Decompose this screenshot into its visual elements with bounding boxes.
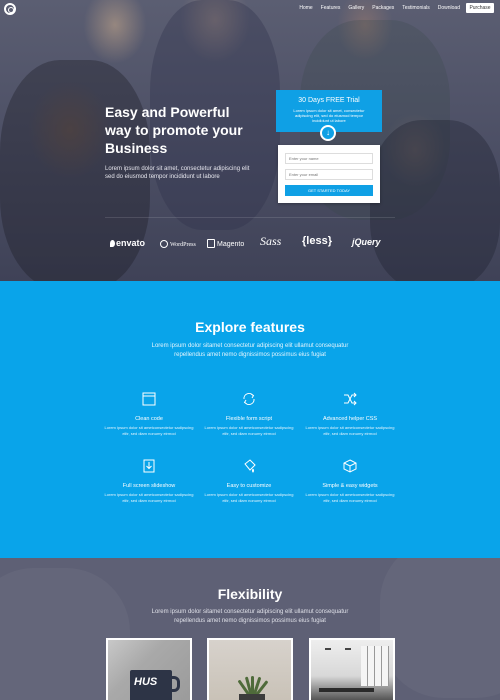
feature-name: Simple & easy widgets	[322, 483, 378, 489]
features-title: Explore features	[195, 319, 305, 335]
nav-link-packages[interactable]: Packages	[372, 5, 394, 11]
feature-name: Flexible form script	[225, 416, 273, 422]
wordpress-logo-text: WordPress	[170, 242, 196, 248]
feature-item: Full screen slideshow Lorem ipsum dolor …	[94, 458, 204, 503]
gallery-image-mug[interactable]: HUS	[106, 638, 192, 700]
flexibility-title: Flexibility	[217, 586, 283, 602]
ceiling-lamp	[345, 648, 351, 650]
email-input[interactable]	[285, 169, 373, 180]
envato-leaf-icon	[110, 240, 115, 247]
name-input[interactable]	[285, 153, 373, 164]
trial-form: GET STARTED TODAY	[278, 145, 380, 203]
office-table	[319, 688, 374, 692]
hero-photo-person-far-right	[370, 120, 500, 281]
nav-link-testimonials[interactable]: Testimonials	[402, 5, 430, 11]
wordpress-icon	[160, 240, 168, 248]
feature-name: Full screen slideshow	[122, 483, 176, 489]
feature-item: Simple & easy widgets Lorem ipsum dolor …	[295, 458, 405, 503]
purchase-button[interactable]: Purchase	[466, 3, 494, 13]
nav-link-download[interactable]: Download	[438, 5, 460, 11]
download-box-icon	[141, 458, 157, 474]
magento-logo-text: Magento	[217, 241, 245, 248]
feature-item: Advanced helper CSS Lorem ipsum dolor si…	[295, 391, 405, 436]
hero-title: Easy and Powerful way to promote your Bu…	[105, 104, 243, 156]
nav-link-gallery[interactable]: Gallery	[348, 5, 364, 11]
magento-icon	[207, 239, 215, 248]
background-shape	[380, 558, 500, 698]
nav-link-features[interactable]: Features	[321, 5, 341, 11]
refresh-icon	[241, 391, 257, 407]
mug-text: HUS	[134, 676, 158, 688]
flexibility-subtitle: Lorem ipsum dolor sitamet consectetur ad…	[151, 609, 349, 624]
jquery-logo: jQuery	[352, 237, 381, 247]
logo-icon[interactable]	[4, 3, 16, 15]
feature-description: Lorem ipsum dolor sit ametconsectetur sa…	[204, 492, 294, 503]
envato-logo-text: envato	[116, 238, 146, 248]
get-started-button[interactable]: GET STARTED TODAY	[285, 185, 373, 196]
feature-item: Easy to customize Lorem ipsum dolor sit …	[194, 458, 304, 503]
nav-links: Home Features Gallery Packages Testimoni…	[299, 5, 460, 11]
feature-item: Flexible form script Lorem ipsum dolor s…	[194, 391, 304, 436]
hero-divider	[105, 217, 395, 218]
trial-description: Lorem ipsum dolor sit amet, consectetur …	[293, 108, 365, 123]
browser-window-icon	[141, 391, 157, 407]
feature-description: Lorem ipsum dolor sit ametconsectetur sa…	[104, 492, 194, 503]
feature-name: Clean code	[135, 416, 163, 422]
arrow-down-icon: ↓	[320, 125, 336, 141]
feature-item: Clean code Lorem ipsum dolor sit ametcon…	[94, 391, 204, 436]
feature-description: Lorem ipsum dolor sit ametconsectetur sa…	[305, 492, 395, 503]
features-subtitle: Lorem ipsum dolor sitamet consectetur ad…	[151, 343, 349, 358]
gallery-image-office[interactable]	[309, 638, 395, 700]
boxes-icon	[342, 458, 358, 474]
feature-name: Advanced helper CSS	[322, 416, 378, 422]
ceiling-lamp	[325, 648, 331, 650]
hero-subtitle: Lorem ipsum dolor sit amet, consectetur …	[105, 166, 250, 180]
top-navigation: Home Features Gallery Packages Testimoni…	[0, 0, 500, 16]
feature-description: Lorem ipsum dolor sit ametconsectetur sa…	[204, 425, 294, 436]
paint-bucket-icon	[241, 458, 257, 474]
plant-pot	[239, 694, 265, 700]
less-logo: {less}	[302, 235, 332, 247]
feature-name: Easy to customize	[226, 483, 272, 489]
office-window	[361, 646, 389, 686]
envato-logo: envato	[110, 238, 145, 248]
features-section: Explore features Lorem ipsum dolor sitam…	[0, 281, 500, 558]
nav-link-home[interactable]: Home	[299, 5, 312, 11]
hero-section: Home Features Gallery Packages Testimoni…	[0, 0, 500, 281]
feature-description: Lorem ipsum dolor sit ametconsectetur sa…	[104, 425, 194, 436]
flexibility-section: Flexibility Lorem ipsum dolor sitamet co…	[0, 558, 500, 700]
magento-logo: Magento	[207, 239, 244, 248]
mug-handle	[170, 676, 180, 692]
sass-logo: Sass	[260, 234, 282, 248]
shuffle-icon	[342, 391, 358, 407]
wordpress-logo: WordPress	[160, 240, 196, 248]
trial-title: 30 Days FREE Trial	[298, 97, 360, 104]
gallery-image-plant[interactable]	[207, 638, 293, 700]
brand-logos: envato WordPress Magento Sass {less} jQu…	[110, 234, 395, 252]
feature-description: Lorem ipsum dolor sit ametconsectetur sa…	[305, 425, 395, 436]
mug-graphic: HUS	[130, 670, 172, 700]
